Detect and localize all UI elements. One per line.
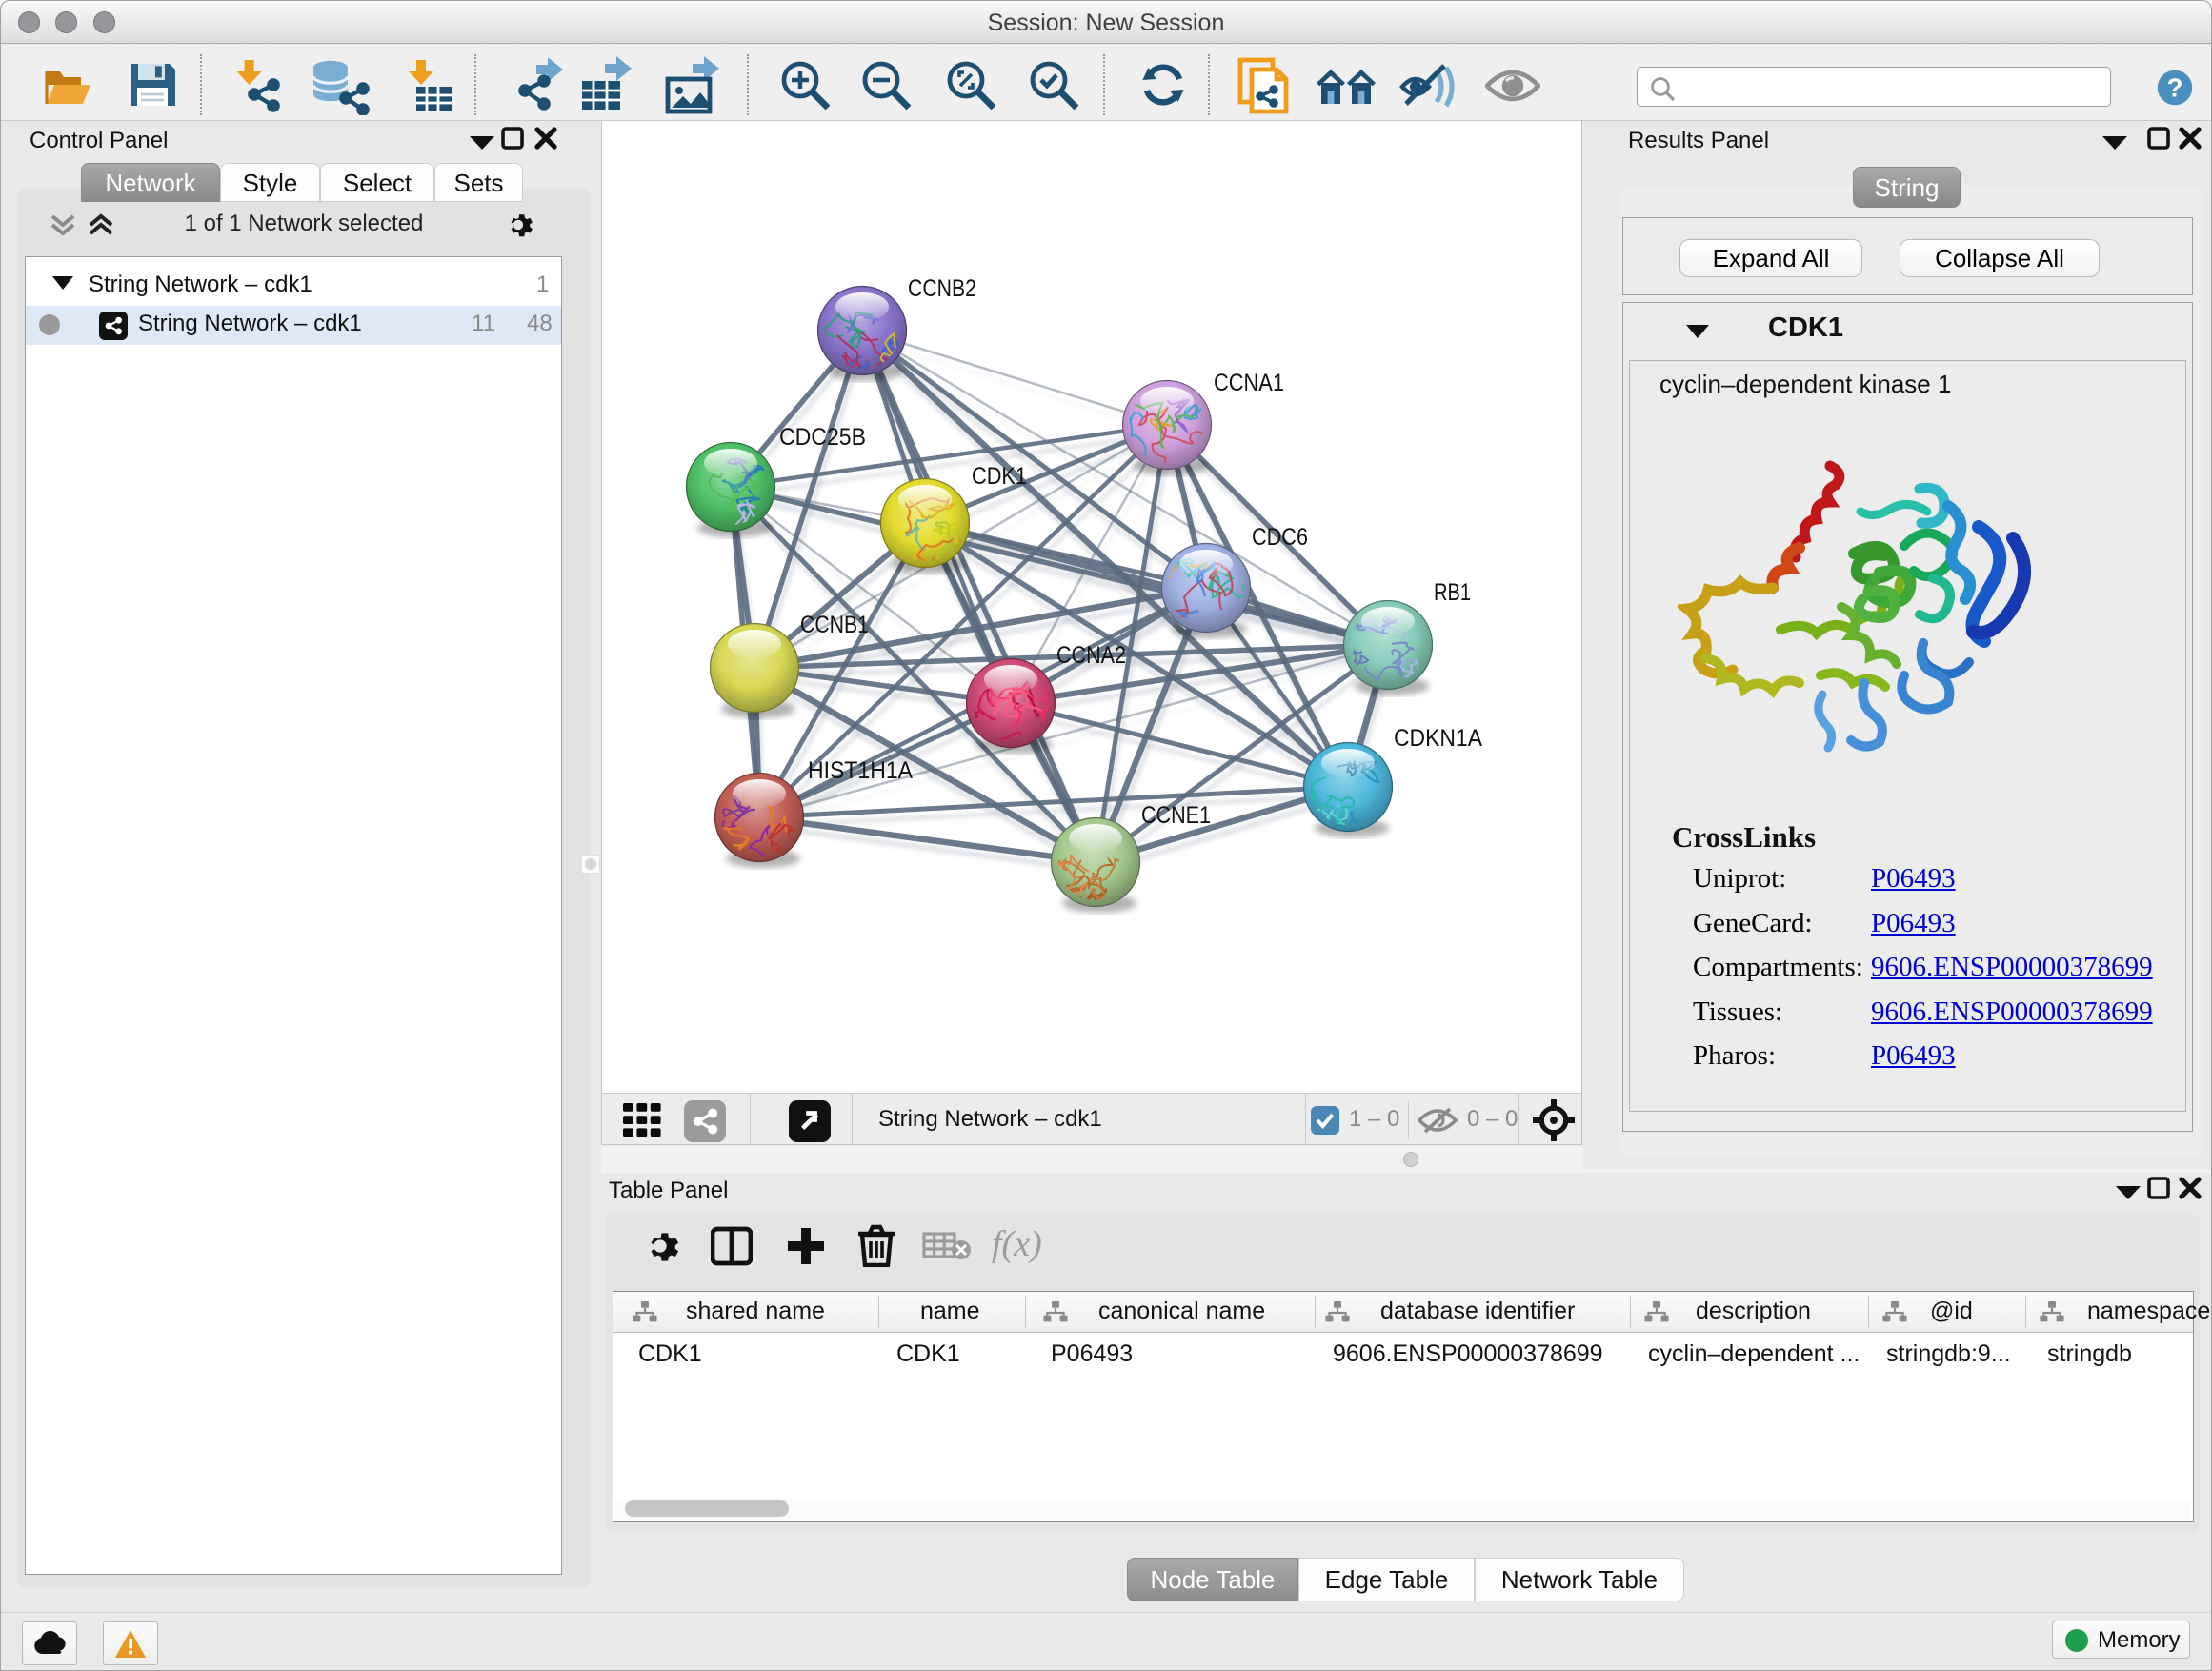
svg-text:CDC6: CDC6 [1252,524,1308,551]
svg-text:CCNE1: CCNE1 [1141,802,1211,829]
svg-text:CCNB1: CCNB1 [800,612,869,638]
svg-text:CCNA1: CCNA1 [1214,370,1284,396]
svg-text:CDC25B: CDC25B [779,424,866,451]
svg-text:CDKN1A: CDKN1A [1394,725,1482,752]
svg-text:HIST1H1A: HIST1H1A [808,757,913,784]
svg-text:CCNB2: CCNB2 [908,275,976,302]
svg-text:CCNA2: CCNA2 [1056,642,1126,669]
svg-text:CDK1: CDK1 [972,463,1027,490]
svg-text:RB1: RB1 [1434,579,1471,606]
svg-text:?: ? [2167,73,2183,103]
